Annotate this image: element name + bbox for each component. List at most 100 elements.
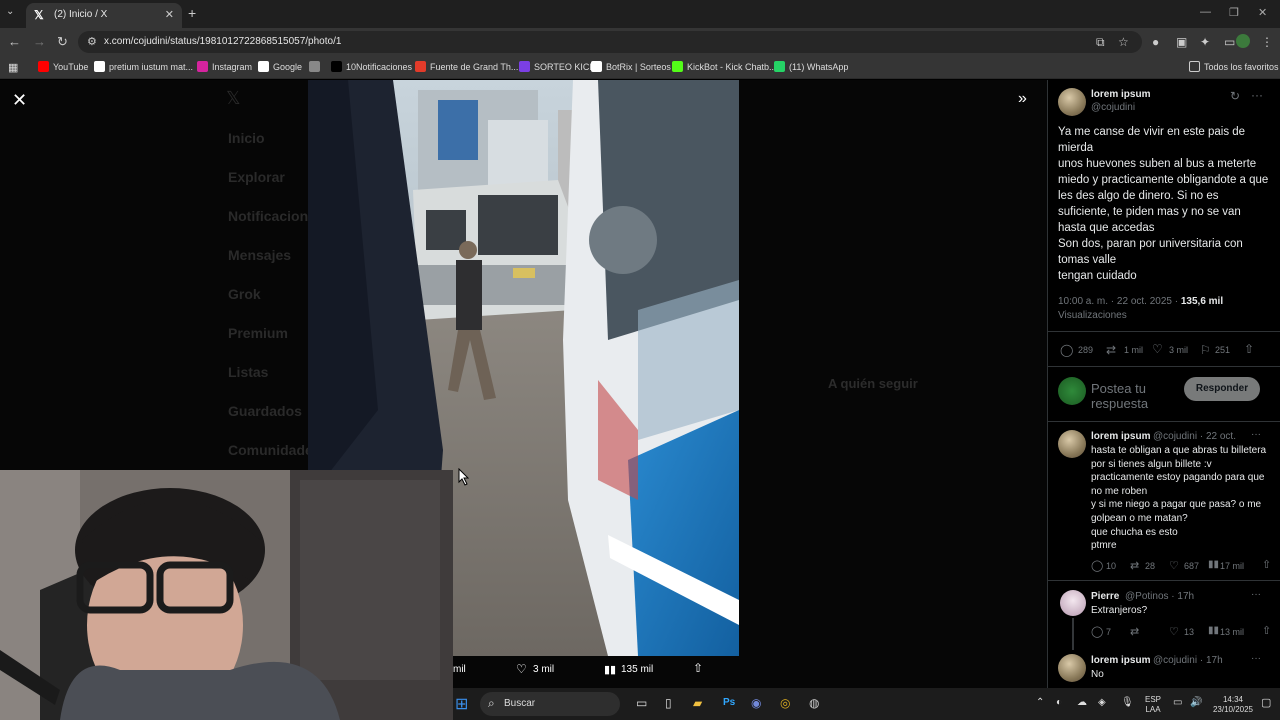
reply-author-handle[interactable]: @Potinos · 17h xyxy=(1125,591,1194,602)
background-nav-item: Explorar xyxy=(228,169,285,185)
author-handle[interactable]: @cojudini xyxy=(1091,102,1135,113)
author-name[interactable]: lorem ipsum xyxy=(1091,89,1150,100)
network-icon[interactable]: ▭ xyxy=(1173,697,1182,708)
reply-icon[interactable]: ◯ xyxy=(1060,343,1073,357)
reply-author-name[interactable]: lorem ipsum xyxy=(1091,655,1150,666)
globe-icon xyxy=(309,61,320,72)
tweet-line: Son dos, paran por universitaria con tom… xyxy=(1058,238,1243,266)
tray-icon[interactable]: ◈ xyxy=(1098,697,1106,708)
close-window-icon[interactable]: ✕ xyxy=(1258,6,1267,19)
reply-line: No xyxy=(1091,669,1104,680)
file-explorer-icon[interactable]: ▰ xyxy=(693,696,702,710)
all-favorites-folder[interactable]: Todos los favoritos xyxy=(1189,61,1279,72)
bookmark-item[interactable]: Instagram xyxy=(197,61,252,72)
views-count: 17 mil xyxy=(1220,561,1245,571)
views-icon[interactable]: ▮▮ xyxy=(1208,559,1219,570)
avatar[interactable] xyxy=(1058,654,1086,682)
reply-author-name[interactable]: lorem ipsum xyxy=(1091,431,1150,442)
photoshop-icon[interactable]: Ps xyxy=(723,697,735,708)
like-icon[interactable]: ♡ xyxy=(1169,559,1179,572)
share-icon[interactable]: ⇧ xyxy=(1244,342,1254,356)
like-count: 13 xyxy=(1184,627,1195,637)
avatar[interactable] xyxy=(1060,590,1086,616)
reply-author-name[interactable]: Pierre xyxy=(1091,591,1119,602)
discord-icon[interactable]: ◉ xyxy=(751,696,761,710)
bookmark-item[interactable] xyxy=(309,61,324,72)
repost-icon[interactable]: ⇄ xyxy=(1106,343,1116,357)
tablet-icon[interactable]: ▭ xyxy=(1224,35,1235,49)
reply-button[interactable]: Responder xyxy=(1184,377,1260,401)
more-options-icon[interactable]: ··· xyxy=(1251,429,1261,440)
install-app-icon[interactable]: ⧉ xyxy=(1096,35,1105,50)
forward-icon[interactable]: → xyxy=(33,34,46,49)
reply-icon[interactable]: ◯ xyxy=(1091,559,1103,572)
bookmark-item[interactable]: 10Notificaciones xyxy=(331,61,412,72)
minimize-icon[interactable]: — xyxy=(1200,6,1211,18)
bookmark-item[interactable]: YouTube xyxy=(38,61,88,72)
more-options-icon[interactable]: ··· xyxy=(1251,653,1261,664)
views-icon[interactable]: ▮▮ xyxy=(1208,625,1219,636)
more-options-icon[interactable]: ··· xyxy=(1251,88,1263,102)
share-icon[interactable]: ⇧ xyxy=(693,661,703,675)
restore-icon[interactable]: ❐ xyxy=(1229,6,1239,19)
bookmark-item[interactable]: KickBot - Kick Chatb... xyxy=(672,61,777,72)
expand-panel-icon[interactable]: » xyxy=(1018,90,1027,108)
instagram-icon xyxy=(197,61,208,72)
reload-icon[interactable]: ↻ xyxy=(57,34,68,50)
reply-author-handle[interactable]: @cojudini · 17h xyxy=(1153,655,1223,666)
bookmark-item[interactable]: pretium iustum mat... xyxy=(94,61,193,72)
extension-icon[interactable]: ● xyxy=(1152,35,1159,49)
extensions-puzzle-icon[interactable]: ✦ xyxy=(1200,35,1210,49)
share-icon[interactable]: ⇧ xyxy=(1262,624,1271,637)
extension-icon[interactable]: ▣ xyxy=(1176,35,1187,49)
profile-avatar[interactable] xyxy=(1236,34,1250,48)
bookmark-icon[interactable]: ⚐ xyxy=(1200,343,1211,357)
bookmark-item[interactable]: Google xyxy=(258,61,302,72)
like-icon[interactable]: ♡ xyxy=(516,662,527,676)
reply-author-handle[interactable]: @cojudini · 22 oct. xyxy=(1153,431,1236,442)
share-icon[interactable]: ⇧ xyxy=(1262,558,1271,571)
grok-icon[interactable]: ↻ xyxy=(1230,89,1240,103)
site-info-icon[interactable]: ⚙ xyxy=(87,35,97,48)
bookmark-item[interactable]: BotRix | Sorteos xyxy=(591,61,671,72)
bookmark-item[interactable]: (11) WhatsApp xyxy=(774,61,848,72)
repost-icon[interactable]: ⇄ xyxy=(1130,625,1139,638)
tray-icon[interactable]: ◐ xyxy=(1056,697,1062,708)
twitch-icon xyxy=(519,61,530,72)
app-icon[interactable]: ◍ xyxy=(809,696,819,710)
new-tab-icon[interactable]: + xyxy=(188,5,196,21)
reply-icon[interactable]: ◯ xyxy=(1091,625,1103,638)
back-icon[interactable]: ← xyxy=(8,34,21,49)
notifications-icon[interactable]: ▢ xyxy=(1261,696,1271,709)
avatar[interactable] xyxy=(1058,88,1086,116)
tab-search-icon[interactable]: ⌄ xyxy=(6,6,14,17)
clock[interactable]: 14:34 23/10/2025 xyxy=(1208,695,1258,715)
taskbar-search[interactable]: ⌕ Buscar xyxy=(480,692,620,716)
volume-icon[interactable]: 🔊 xyxy=(1190,697,1202,708)
cloud-icon[interactable]: ☁ xyxy=(1077,697,1087,708)
reply-input[interactable]: Postea tu respuesta xyxy=(1091,381,1181,411)
menu-icon[interactable]: ⋮ xyxy=(1261,35,1273,49)
microphone-icon[interactable]: 🎙 xyxy=(1121,697,1134,708)
chrome-icon[interactable]: ◎ xyxy=(780,696,790,710)
bookmark-star-icon[interactable]: ☆ xyxy=(1118,35,1129,49)
browser-tab[interactable]: 𝕏 (2) Inicio / X ✕ xyxy=(26,3,182,28)
tray-overflow-icon[interactable]: ⌃ xyxy=(1036,697,1044,708)
bookmark-item[interactable]: Fuente de Grand Th... xyxy=(415,61,518,72)
close-viewer-icon[interactable]: ✕ xyxy=(12,90,27,111)
bookmark-item[interactable]: SORTEO KICK xyxy=(519,61,595,72)
windows-start-icon[interactable]: ⊞ xyxy=(455,694,468,714)
close-tab-icon[interactable]: ✕ xyxy=(165,8,174,21)
avatar[interactable] xyxy=(1058,430,1086,458)
more-options-icon[interactable]: ··· xyxy=(1251,589,1261,600)
apps-grid-icon[interactable]: ▦ xyxy=(8,61,18,74)
like-icon[interactable]: ♡ xyxy=(1152,342,1163,356)
app-icon[interactable]: ▯ xyxy=(665,696,672,710)
views-icon[interactable]: ▮▮ xyxy=(604,663,616,676)
like-icon[interactable]: ♡ xyxy=(1169,625,1179,638)
repost-icon[interactable]: ⇄ xyxy=(1130,559,1139,572)
language-indicator[interactable]: ESP LAA xyxy=(1140,695,1166,715)
task-view-icon[interactable]: ▭ xyxy=(636,696,647,710)
background-nav-item: Listas xyxy=(228,364,269,380)
omnibox[interactable]: ⚙ x.com/cojudini/status/1981012722868515… xyxy=(78,31,1142,53)
